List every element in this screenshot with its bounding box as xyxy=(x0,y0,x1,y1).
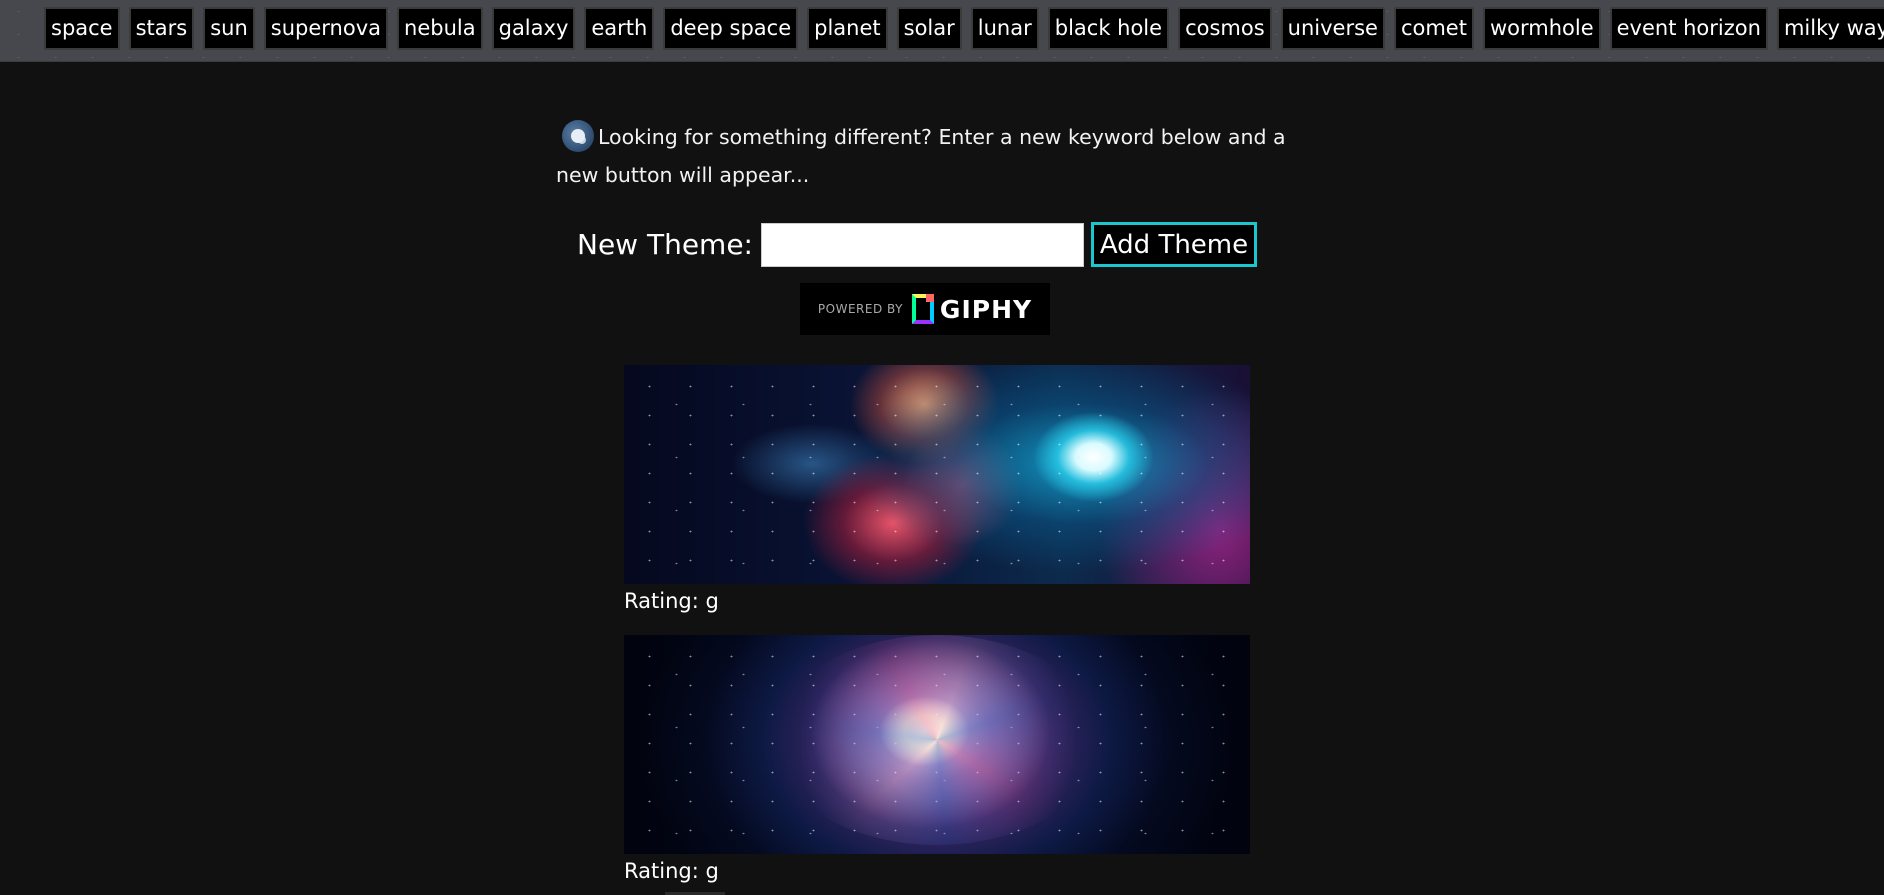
new-theme-input[interactable] xyxy=(760,222,1084,267)
theme-button-list: space stars sun supernova nebula galaxy earth d… xyxy=(44,7,1884,50)
theme-button-space[interactable]: space xyxy=(44,7,120,50)
powered-by-text: POWERED BY xyxy=(817,302,903,316)
stars-overlay xyxy=(624,365,1250,584)
theme-button-stars[interactable]: stars xyxy=(128,7,195,50)
theme-button-planet[interactable]: planet xyxy=(807,7,888,50)
theme-button-supernova[interactable]: supernova xyxy=(263,7,389,50)
theme-button-comet[interactable]: comet xyxy=(1393,7,1474,50)
theme-button-universe[interactable]: universe xyxy=(1280,7,1385,50)
intro-text: Looking for something different? Enter a… xyxy=(556,118,1326,194)
giphy-logo-icon xyxy=(911,294,934,324)
galaxy-spiral xyxy=(772,635,1102,846)
theme-button-solar[interactable]: solar xyxy=(896,7,962,50)
gif-rating: Rating: g xyxy=(624,859,719,883)
theme-button-cosmos[interactable]: cosmos xyxy=(1178,7,1272,50)
giphy-wordmark: GIPHY xyxy=(939,294,1033,324)
theme-button-wormhole[interactable]: wormhole xyxy=(1482,7,1601,50)
theme-button-event-horizon[interactable]: event horizon xyxy=(1609,7,1768,50)
powered-by-giphy-badge: POWERED BY GIPHY xyxy=(800,283,1050,335)
new-theme-label: New Theme: xyxy=(577,228,753,261)
astronaut-icon xyxy=(562,120,594,152)
gif-card: Rating: g xyxy=(624,635,1250,884)
gif-rating: Rating: g xyxy=(624,589,719,613)
gif-card: Rating: g xyxy=(624,365,1250,614)
theme-button-galaxy[interactable]: galaxy xyxy=(491,7,576,50)
theme-button-deep-space[interactable]: deep space xyxy=(663,7,799,50)
theme-button-earth[interactable]: earth xyxy=(584,7,655,50)
theme-button-nebula[interactable]: nebula xyxy=(397,7,483,50)
add-theme-button[interactable]: Add Theme xyxy=(1090,222,1257,267)
nebula-image[interactable] xyxy=(624,365,1250,584)
theme-button-lunar[interactable]: lunar xyxy=(970,7,1039,50)
theme-button-sun[interactable]: sun xyxy=(203,7,255,50)
theme-button-milky-way[interactable]: milky way xyxy=(1776,7,1884,50)
galaxy-image[interactable] xyxy=(624,635,1250,854)
theme-button-black-hole[interactable]: black hole xyxy=(1047,7,1170,50)
new-theme-form: New Theme: Add Theme xyxy=(577,222,1257,267)
theme-button-bar: space stars sun supernova nebula galaxy earth d… xyxy=(0,0,1884,62)
intro-message: Looking for something different? Enter a… xyxy=(556,125,1286,187)
